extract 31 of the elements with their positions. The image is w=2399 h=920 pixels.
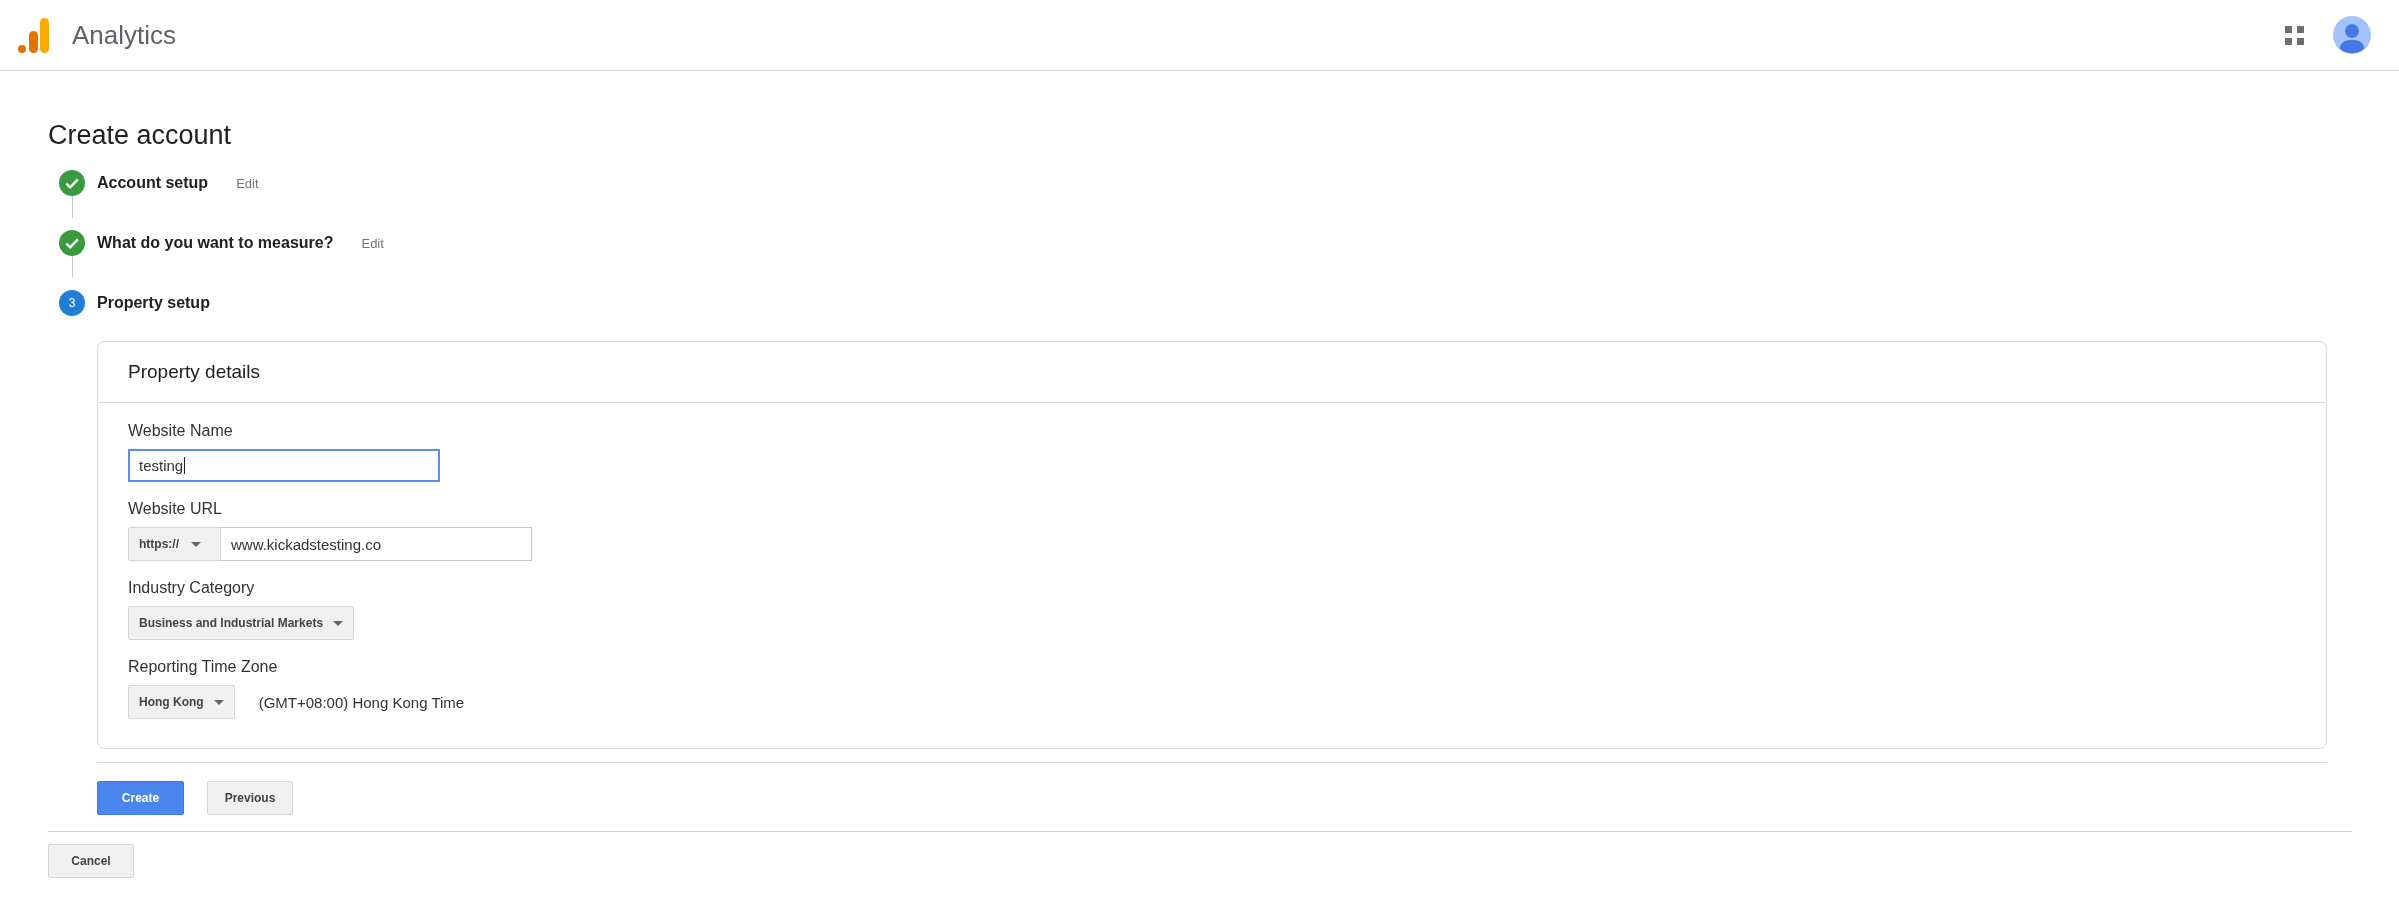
edit-link[interactable]: Edit (361, 235, 384, 251)
field-label: Reporting Time Zone (128, 657, 279, 677)
dropdown[interactable]: Hong Kong (128, 685, 235, 719)
cancel-button[interactable]: Cancel (48, 844, 134, 878)
apps-grid-icon[interactable] (2285, 25, 2304, 45)
edit-link[interactable]: Edit (236, 175, 259, 191)
caret-icon (333, 620, 344, 626)
step-label: What do you want to measure? (97, 234, 334, 252)
primary-button[interactable]: Create (97, 781, 184, 815)
product-name: Analytics (72, 19, 177, 51)
dropdown[interactable]: Business and Industrial Markets (128, 606, 355, 640)
step-connector-line (71, 256, 73, 278)
step-label: Property setup (97, 294, 210, 312)
step-number: 3 (59, 290, 85, 316)
text-cursor-icon (184, 457, 186, 474)
step-connector-line (71, 196, 73, 218)
field-label: Industry Category (128, 578, 256, 598)
field-note: (GMT+08:00) Hong Kong Time (258, 693, 465, 711)
field-label: Website Name (128, 421, 234, 441)
step-label: Account setup (97, 174, 209, 192)
page-title: Create account (48, 119, 233, 152)
bar-chart-logo (18, 18, 49, 53)
input-field[interactable]: www.kickadstesting.co (221, 527, 532, 561)
caret-icon (213, 699, 224, 705)
caret-icon (191, 541, 201, 547)
field-label: Website URL (128, 499, 223, 519)
avatar-icon[interactable] (2333, 16, 2371, 54)
protocol-dropdown[interactable]: https:// (128, 527, 221, 561)
input-field[interactable]: testing (128, 449, 440, 482)
card-title: Property details (128, 361, 260, 383)
secondary-button[interactable]: Previous (207, 781, 293, 815)
